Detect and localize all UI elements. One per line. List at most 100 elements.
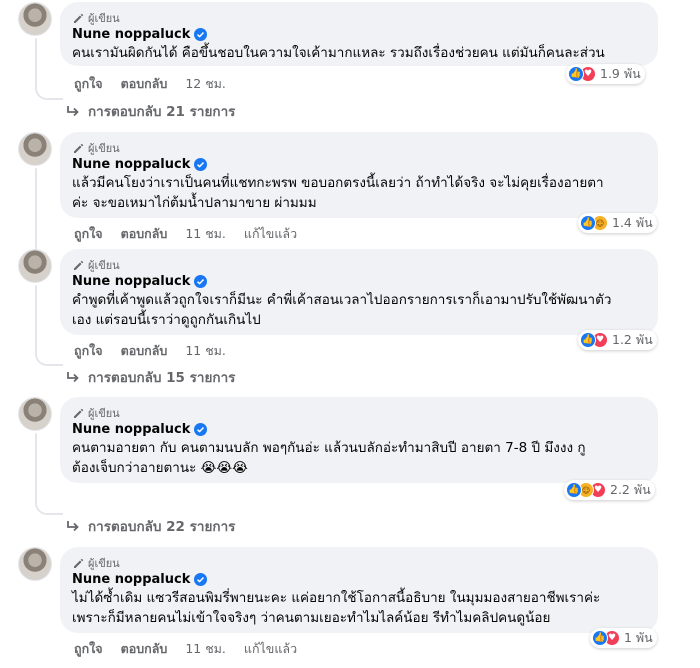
comment-actions: ถูกใจ ตอบกลับ 11 ชม. แก้ไขแล้ว <box>74 639 315 659</box>
comment-text-line: ไม่ได้ซ้ำเดิม แซวรีสอนพิมรี่พายนะคะ แค่อ… <box>72 590 601 606</box>
like-reaction-icon: 👍 <box>568 66 584 82</box>
avatar[interactable] <box>18 2 52 36</box>
reply-arrow-icon <box>67 372 79 383</box>
verified-badge-icon <box>194 28 208 41</box>
comment-text: คำพูดที่เค้าพูดแล้วถูกใจเราก็มีนะ คำพี่เ… <box>72 290 646 330</box>
view-replies-link[interactable]: การตอบกลับ 21 รายการ <box>66 100 235 122</box>
comment-text-line: แล้วมีคนโยงว่าเราเป็นคนที่แชทกะพรพ ขอบอก… <box>72 175 604 191</box>
verified-badge-icon <box>194 423 208 436</box>
reaction-summary[interactable]: 👍 ♥ 1.9 พัน <box>566 64 645 84</box>
author-badge: ผู้เขียน <box>72 140 646 155</box>
like-reaction-icon: 👍 <box>580 215 596 231</box>
author-badge: ผู้เขียน <box>72 405 646 420</box>
comment-actions: ถูกใจ ตอบกลับ 11 ชม. <box>74 341 244 361</box>
like-reaction-icon: 👍 <box>566 482 582 498</box>
like-button[interactable]: ถูกใจ <box>74 341 103 361</box>
author-row: Nune noppaluck <box>72 422 646 437</box>
timestamp[interactable]: 11 ชม. <box>185 341 226 361</box>
comment-text: คนตามอายตา กับ คนตามนบลัก พอๆกันอ่ะ แล้ว… <box>72 438 646 478</box>
comment-actions: ถูกใจ ตอบกลับ 12 ชม. <box>74 74 244 94</box>
author-row: Nune noppaluck <box>72 274 646 289</box>
pencil-icon <box>74 13 84 23</box>
thread-line <box>35 38 37 88</box>
comment-text: ไม่ได้ซ้ำเดิม แซวรีสอนพิมรี่พายนะคะ แค่อ… <box>72 588 646 628</box>
thread-line <box>35 433 37 503</box>
verified-badge-icon <box>194 158 208 171</box>
author-badge-label: ผู้เขียน <box>88 556 120 570</box>
reaction-summary[interactable]: 👍 ♥ 1 พัน <box>590 628 657 648</box>
view-replies-label: การตอบกลับ 22 รายการ <box>88 519 236 535</box>
reply-button[interactable]: ตอบกลับ <box>121 639 168 659</box>
comment-text-line: คนตามอายตา กับ คนตามนบลัก พอๆกันอ่ะ แล้ว… <box>72 440 586 456</box>
author-badge: ผู้เขียน <box>72 10 646 25</box>
pencil-icon <box>74 260 84 270</box>
avatar[interactable] <box>18 249 52 283</box>
comment-bubble: ผู้เขียน Nune noppaluck แล้วมีคนโยงว่าเราเ… <box>60 132 658 218</box>
comment-actions: ถูกใจ ตอบกลับ 11 ชม. แก้ไขแล้ว <box>74 224 315 244</box>
reply-arrow-icon <box>67 106 79 117</box>
comment-bubble: ผู้เขียน Nune noppaluck คำพูดที่เค้าพูดแล้… <box>60 249 658 335</box>
verified-badge-icon <box>194 275 208 288</box>
edited-label[interactable]: แก้ไขแล้ว <box>244 224 297 244</box>
pencil-icon <box>74 143 84 153</box>
reaction-count: 1.9 พัน <box>600 66 641 81</box>
reaction-summary[interactable]: 👍 ☺ ♥ 2.2 พัน <box>564 480 655 500</box>
thread-connector <box>35 501 63 515</box>
comment-bubble: ผู้เขียน Nune noppaluck คนเรามันผิดกันได้ … <box>60 2 658 66</box>
like-button[interactable]: ถูกใจ <box>74 639 103 659</box>
comment-bubble: ผู้เขียน Nune noppaluck ไม่ได้ซ้ำเดิม แซวร… <box>60 547 658 633</box>
author-name[interactable]: Nune noppaluck <box>72 274 190 289</box>
edited-label[interactable]: แก้ไขแล้ว <box>244 639 297 659</box>
like-button[interactable]: ถูกใจ <box>74 224 103 244</box>
pencil-icon <box>74 408 84 418</box>
reaction-count: 2.2 พัน <box>610 482 651 497</box>
timestamp[interactable]: 11 ชม. <box>185 224 226 244</box>
author-name[interactable]: Nune noppaluck <box>72 27 190 42</box>
author-name[interactable]: Nune noppaluck <box>72 157 190 172</box>
reply-button[interactable]: ตอบกลับ <box>121 74 168 94</box>
view-replies-link[interactable]: การตอบกลับ 15 รายการ <box>66 366 235 388</box>
author-row: Nune noppaluck <box>72 157 646 172</box>
timestamp[interactable]: 12 ชม. <box>185 74 226 94</box>
comment-item: ผู้เขียน Nune noppaluck แล้วมีคนโยงว่าเราเ… <box>0 132 700 262</box>
thread-line <box>35 168 37 252</box>
comment-text-line: คำพูดที่เค้าพูดแล้วถูกใจเราก็มีนะ คำพี่เ… <box>72 292 612 308</box>
comment-item: ผู้เขียน Nune noppaluck คำพูดที่เค้าพูดแล้… <box>0 249 700 386</box>
pencil-icon <box>74 558 84 568</box>
author-name[interactable]: Nune noppaluck <box>72 422 190 437</box>
author-badge: ผู้เขียน <box>72 257 646 272</box>
reply-button[interactable]: ตอบกลับ <box>121 224 168 244</box>
reaction-count: 1 พัน <box>624 630 653 645</box>
comment-feed: ผู้เขียน Nune noppaluck คนเรามันผิดกันได้ … <box>0 0 700 668</box>
comment-text-line: คนเรามันผิดกันได้ คือขึ้นชอบในความใจเค้า… <box>72 45 605 61</box>
comment-item: ผู้เขียน Nune noppaluck ไม่ได้ซ้ำเดิม แซวร… <box>0 547 700 668</box>
author-badge-label: ผู้เขียน <box>88 141 120 155</box>
avatar[interactable] <box>18 132 52 166</box>
reaction-summary[interactable]: 👍 ☺ 1.4 พัน <box>578 213 657 233</box>
view-replies-link[interactable]: การตอบกลับ 22 รายการ <box>66 515 235 537</box>
like-reaction-icon: 👍 <box>580 332 596 348</box>
author-badge-label: ผู้เขียน <box>88 406 120 420</box>
author-row: Nune noppaluck <box>72 27 646 42</box>
author-name[interactable]: Nune noppaluck <box>72 572 190 587</box>
comment-text-line: เพราะก็มีหลายคนไม่เข้าใจจริงๆ ว่าคนตามเย… <box>72 610 551 626</box>
like-reaction-icon: 👍 <box>592 630 608 646</box>
view-replies-label: การตอบกลับ 15 รายการ <box>88 370 236 386</box>
reply-arrow-icon <box>67 521 79 532</box>
reaction-summary[interactable]: 👍 ♥ 1.2 พัน <box>578 330 657 350</box>
comment-text-line: เอง แต่รอบนี้เราว่าดูถูกกันเกินไป <box>72 312 261 328</box>
comment-text: แล้วมีคนโยงว่าเราเป็นคนที่แชทกะพรพ ขอบอก… <box>72 173 646 213</box>
avatar[interactable] <box>18 547 52 581</box>
timestamp[interactable]: 11 ชม. <box>185 639 226 659</box>
author-badge-label: ผู้เขียน <box>88 258 120 272</box>
comment-item: ผู้เขียน Nune noppaluck คนเรามันผิดกันได้ … <box>0 2 700 132</box>
comment-item: ผู้เขียน Nune noppaluck คนตามอายตา กับ คนต… <box>0 397 700 535</box>
thread-connector <box>35 86 63 100</box>
author-badge-label: ผู้เขียน <box>88 11 120 25</box>
reply-button[interactable]: ตอบกลับ <box>121 341 168 361</box>
author-badge: ผู้เขียน <box>72 555 646 570</box>
view-replies-label: การตอบกลับ 21 รายการ <box>88 104 236 120</box>
reaction-count: 1.2 พัน <box>612 332 653 347</box>
avatar[interactable] <box>18 397 52 431</box>
like-button[interactable]: ถูกใจ <box>74 74 103 94</box>
